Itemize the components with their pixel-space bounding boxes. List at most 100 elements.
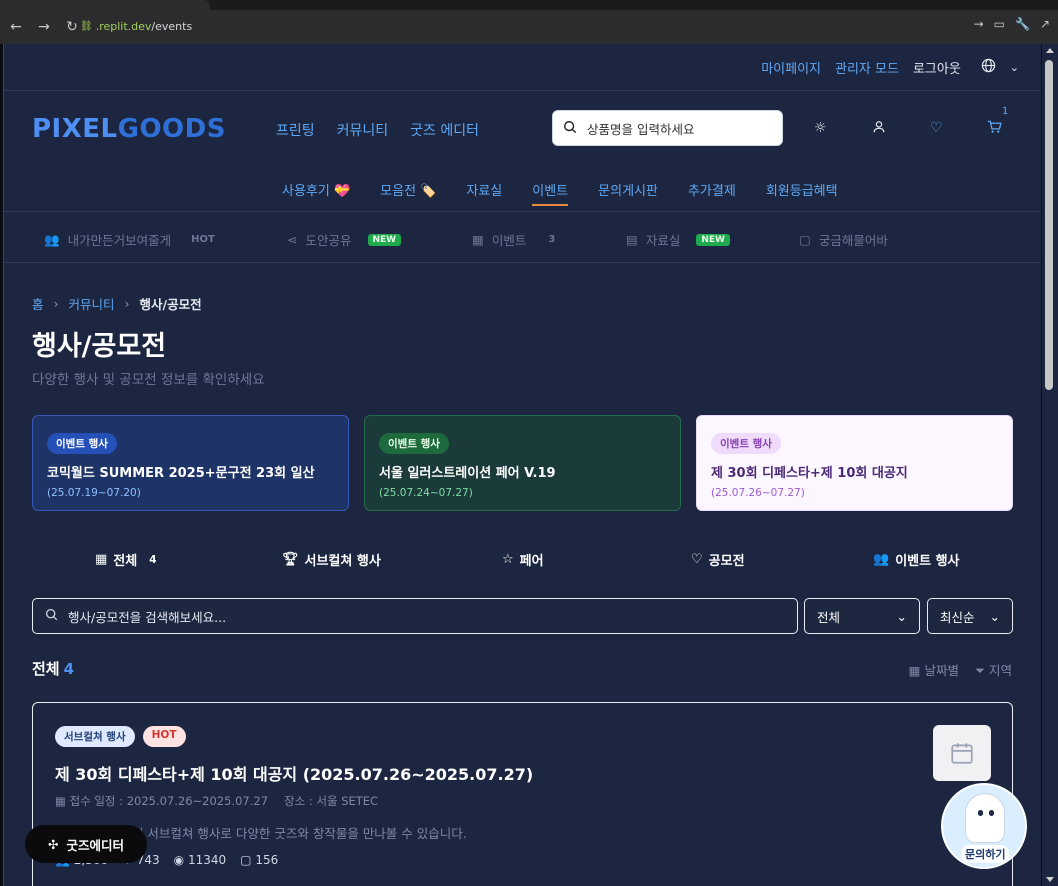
tab-label: 페어 bbox=[519, 554, 544, 569]
wrench-icon[interactable]: 🔧 bbox=[1015, 17, 1030, 31]
featured-card[interactable]: 이벤트 행사 서울 일러스트레이션 페어 V.19 (25.07.24~07.2… bbox=[364, 415, 681, 511]
chevron-down-icon: ⌄ bbox=[989, 608, 1000, 624]
inquiry-label: 문의하기 bbox=[961, 845, 1010, 863]
featured-card[interactable]: 이벤트 행사 코믹월드 SUMMER 2025+문구전 23회 일산 (25.0… bbox=[32, 415, 349, 511]
item-tags: 서브컬쳐 행사 HOT bbox=[55, 726, 186, 747]
user-icon[interactable] bbox=[872, 120, 886, 138]
devices-icon[interactable]: ▭ bbox=[994, 17, 1005, 31]
event-search-input[interactable]: 행사/공모전을 검색해보세요... bbox=[32, 598, 798, 634]
card-tag: 이벤트 행사 bbox=[47, 433, 117, 454]
card-date: (25.07.19~07.20) bbox=[47, 487, 141, 499]
trophy-icon: 🏆︎ bbox=[282, 552, 299, 567]
subnav-events[interactable]: 이벤트 bbox=[532, 180, 569, 206]
document-icon: ▤ bbox=[626, 232, 638, 247]
page-subtitle: 다양한 행사 및 공모전 정보를 확인하세요 bbox=[32, 372, 265, 388]
quick-showcase[interactable]: 👥 내가만든거보여줄게 HOT bbox=[44, 230, 215, 249]
comment-icon: ▢ bbox=[240, 853, 252, 867]
card-title: 코믹월드 SUMMER 2025+문구전 23회 일산 bbox=[47, 466, 315, 481]
heart-icon: ♡ bbox=[691, 552, 703, 567]
tab-fair[interactable]: ☆ 페어 bbox=[502, 550, 544, 569]
quick-label: 내가만든거보여줄게 bbox=[67, 233, 172, 248]
calendar-icon: ▦ bbox=[908, 663, 921, 678]
url-field[interactable]: ⛓ .replit.dev/events bbox=[80, 15, 980, 37]
browser-actions: → ▭ 🔧 ↗ bbox=[974, 17, 1050, 31]
back-icon[interactable]: ← bbox=[4, 15, 28, 39]
tab-event[interactable]: 👥 이벤트 행사 bbox=[873, 550, 960, 569]
chevron-down-icon: ⌄ bbox=[896, 608, 907, 624]
tab-subculture[interactable]: 🏆︎ 서브컬쳐 행사 bbox=[282, 550, 381, 569]
calendar-icon: ▦ bbox=[472, 232, 484, 247]
theme-sun-icon[interactable]: ☼ bbox=[814, 120, 827, 136]
forward-icon[interactable]: → bbox=[32, 15, 56, 39]
nav-goods-editor[interactable]: 굿즈 에디터 bbox=[410, 120, 479, 140]
card-date: (25.07.26~07.27) bbox=[711, 487, 805, 499]
logout-link[interactable]: 로그아웃 bbox=[913, 58, 961, 77]
admin-mode-link[interactable]: 관리자 모드 bbox=[835, 58, 899, 77]
divider bbox=[4, 262, 1041, 263]
site-logo[interactable]: PIXELGOODS bbox=[32, 114, 226, 144]
scroll-up-arrow[interactable] bbox=[1046, 48, 1054, 53]
card-date: (25.07.24~07.27) bbox=[379, 487, 473, 499]
comments-count: 156 bbox=[255, 853, 279, 867]
cart-count-badge: 1 bbox=[1002, 106, 1009, 117]
tab-all[interactable]: ▦ 전체 4 bbox=[95, 550, 157, 569]
chevron-down-icon[interactable]: ⌄ bbox=[1010, 61, 1019, 74]
eye-icon: ◉ bbox=[173, 853, 185, 867]
quick-events[interactable]: ▦ 이벤트 3 bbox=[472, 230, 555, 249]
quick-pattern-share[interactable]: ⋖ 도안공유 NEW bbox=[287, 230, 402, 249]
breadcrumb-home[interactable]: 홈 bbox=[32, 294, 44, 313]
browser-tab[interactable] bbox=[0, 0, 210, 10]
category-select[interactable]: 전체 ⌄ bbox=[804, 598, 920, 634]
featured-card[interactable]: 이벤트 행사 제 30회 디페스타+제 10회 대공지 (25.07.26~07… bbox=[696, 415, 1013, 511]
subnav-collection[interactable]: 모음전 🏷️ bbox=[380, 180, 436, 206]
nav-community[interactable]: 커뮤니티 bbox=[337, 120, 389, 140]
scroll-down-arrow[interactable] bbox=[1046, 877, 1054, 882]
tab-strip bbox=[0, 0, 1058, 10]
quick-archive[interactable]: ▤ 자료실 NEW bbox=[626, 230, 730, 249]
subnav-reviews[interactable]: 사용후기 💝 bbox=[282, 180, 350, 206]
tab-label: 공모전 bbox=[708, 554, 745, 569]
filter-by-region[interactable]: ⏷ 지역 bbox=[975, 660, 1012, 679]
cart-icon[interactable] bbox=[987, 120, 1002, 138]
users-icon: 👥 bbox=[873, 552, 890, 567]
tab-contest[interactable]: ♡ 공모전 bbox=[691, 550, 745, 569]
quick-label: 이벤트 bbox=[491, 233, 527, 248]
quick-qna[interactable]: ▢ 궁금해물어바 bbox=[799, 230, 888, 249]
page-scrollbar[interactable] bbox=[1042, 44, 1058, 886]
link-icon: ⛓ bbox=[80, 20, 93, 32]
go-icon[interactable]: → bbox=[974, 17, 984, 31]
scroll-thumb[interactable] bbox=[1045, 60, 1053, 390]
goods-editor-button[interactable]: ✣ 굿즈에디터 bbox=[25, 825, 147, 863]
inquiry-button[interactable]: 문의하기 bbox=[941, 783, 1027, 869]
subnav-membership[interactable]: 회원등급혜택 bbox=[766, 180, 838, 206]
open-external-icon[interactable]: ↗ bbox=[1040, 17, 1050, 31]
event-list-item[interactable]: 서브컬쳐 행사 HOT 제 30회 디페스타+제 10회 대공지 (2025.0… bbox=[32, 702, 1013, 886]
nav-printing[interactable]: 프린팅 bbox=[276, 120, 315, 140]
subnav-inquiry[interactable]: 문의게시판 bbox=[598, 180, 658, 206]
card-title: 서울 일러스트레이션 페어 V.19 bbox=[379, 466, 556, 481]
star-icon: ☆ bbox=[502, 552, 514, 567]
tab-label: 서브컬쳐 행사 bbox=[304, 554, 381, 569]
product-search[interactable]: 상품명을 입력하세요 bbox=[552, 110, 783, 146]
breadcrumb-community[interactable]: 커뮤니티 bbox=[69, 294, 115, 313]
tab-label: 이벤트 행사 bbox=[895, 554, 960, 569]
main-nav: 프린팅 커뮤니티 굿즈 에디터 bbox=[276, 120, 479, 140]
page-title: 행사/공모전 bbox=[32, 331, 167, 362]
globe-icon[interactable] bbox=[981, 58, 996, 77]
result-count: 전체 4 bbox=[32, 660, 75, 678]
sort-select[interactable]: 최신순 ⌄ bbox=[927, 598, 1013, 634]
calendar-icon: ▦ bbox=[55, 794, 66, 808]
mascot-image bbox=[965, 793, 1005, 843]
search-placeholder: 상품명을 입력하세요 bbox=[587, 121, 695, 137]
top-links: 마이페이지 관리자 모드 로그아웃 ⌄ bbox=[761, 58, 1019, 77]
heart-icon[interactable]: ♡ bbox=[930, 120, 943, 136]
item-title[interactable]: 제 30회 디페스타+제 10회 대공지 (2025.07.26~2025.07… bbox=[55, 761, 533, 785]
subnav-archive[interactable]: 자료실 bbox=[466, 180, 502, 206]
mypage-link[interactable]: 마이페이지 bbox=[761, 58, 821, 77]
quick-label: 궁금해물어바 bbox=[818, 233, 888, 248]
new-tag: NEW bbox=[696, 233, 730, 246]
subnav-extra-payment[interactable]: 추가결제 bbox=[688, 180, 736, 206]
filter-by-date[interactable]: ▦ 날짜별 bbox=[909, 660, 959, 679]
divider bbox=[4, 211, 1041, 212]
search-placeholder: 행사/공모전을 검색해보세요... bbox=[68, 609, 227, 625]
